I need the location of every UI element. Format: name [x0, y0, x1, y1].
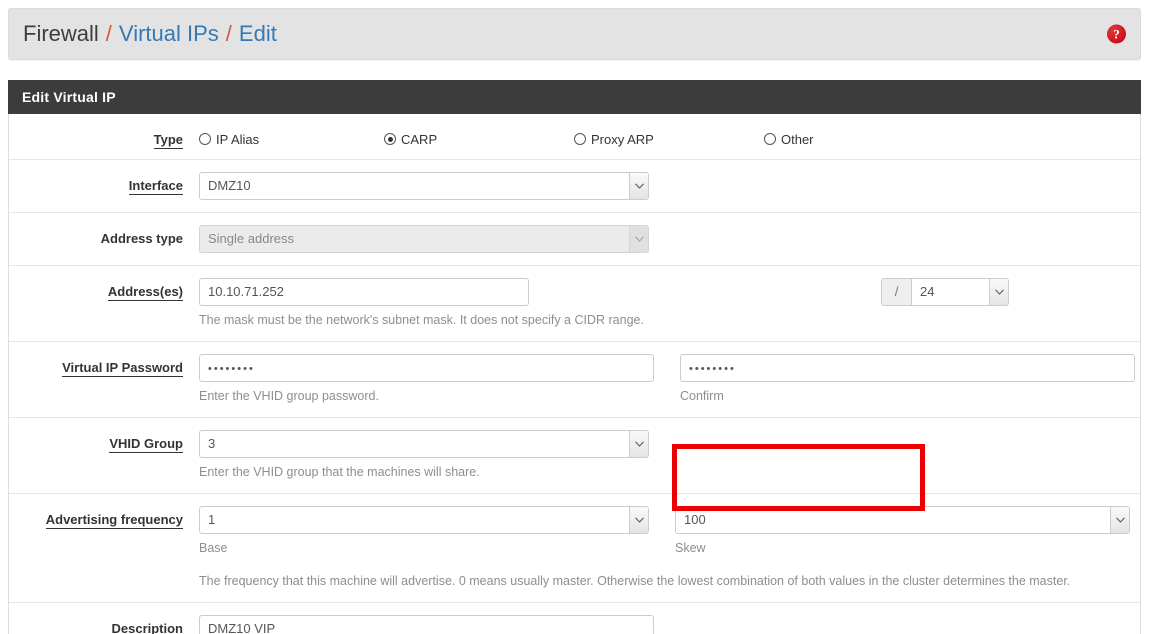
- panel-title: Edit Virtual IP: [8, 80, 1141, 114]
- virtual-ip-password-value: ••••••••: [208, 363, 255, 376]
- radio-label-proxy-arp: Proxy ARP: [591, 131, 654, 147]
- virtual-ip-password-confirm-input[interactable]: ••••••••: [680, 354, 1135, 383]
- row-type: Type IP Alias CARP Proxy ARP Other: [9, 114, 1140, 160]
- row-vhid-group: VHID Group 3 Enter the VHID group that t…: [9, 418, 1140, 495]
- advertising-skew-select[interactable]: 100: [675, 506, 1130, 535]
- breadcrumb-link-virtual-ips[interactable]: Virtual IPs: [119, 21, 219, 47]
- row-description: Description DMZ10 VIP A description may …: [9, 603, 1140, 634]
- radio-label-carp: CARP: [401, 131, 438, 147]
- cidr-input-group: / 24: [881, 278, 1009, 306]
- description-input-value: DMZ10 VIP: [208, 620, 276, 634]
- address-type-select-value: Single address: [208, 231, 294, 246]
- chevron-down-icon: [629, 431, 648, 458]
- address-input-value: 10.10.71.252: [208, 284, 284, 299]
- chevron-down-icon: [1110, 507, 1129, 534]
- fields-type: IP Alias CARP Proxy ARP Other: [199, 126, 1140, 147]
- help-circle-icon[interactable]: ?: [1107, 24, 1126, 44]
- radio-label-other: Other: [781, 131, 814, 147]
- advertising-skew-help-text: Skew: [675, 541, 706, 556]
- description-input[interactable]: DMZ10 VIP: [199, 614, 654, 634]
- label-addresses: Address(es): [107, 284, 183, 301]
- cidr-prefix-addon: /: [881, 278, 911, 306]
- panel-body: Type IP Alias CARP Proxy ARP Other Inter…: [8, 114, 1141, 634]
- radio-option-proxy-arp[interactable]: Proxy ARP: [574, 132, 764, 147]
- fields-interface: DMZ10: [199, 172, 1140, 200]
- radio-indicator-other: [764, 133, 776, 145]
- cidr-select[interactable]: 24: [911, 278, 1009, 306]
- radio-indicator-carp: [384, 133, 396, 145]
- fields-virtual-ip-password: •••••••• Enter the VHID group password. …: [199, 354, 1140, 405]
- row-advertising-frequency: Advertising frequency 1 Base 100 Skew Th…: [9, 494, 1140, 603]
- advertising-frequency-help-text: The frequency that this machine will adv…: [199, 573, 1071, 588]
- chevron-down-icon: [629, 226, 648, 252]
- virtual-ip-password-confirm-value: ••••••••: [689, 363, 736, 376]
- label-advertising-frequency: Advertising frequency: [45, 512, 183, 530]
- virtual-ip-password-confirm-help-text: Confirm: [680, 389, 724, 404]
- radio-option-carp[interactable]: CARP: [384, 132, 574, 147]
- advertising-base-help-text: Base: [199, 541, 228, 556]
- radio-label-ip-alias: IP Alias: [216, 131, 260, 147]
- breadcrumb-separator-2: /: [225, 21, 232, 46]
- radio-option-other[interactable]: Other: [764, 132, 814, 147]
- fields-advertising-frequency: 1 Base 100 Skew The frequency that this …: [199, 506, 1140, 589]
- label-type: Type: [153, 132, 183, 149]
- chevron-down-icon: [989, 279, 1008, 305]
- label-interface: Interface: [128, 178, 183, 195]
- advertising-base-select[interactable]: 1: [199, 506, 649, 535]
- type-radio-group: IP Alias CARP Proxy ARP Other: [199, 126, 1140, 147]
- row-addresses: Address(es) 10.10.71.252 The mask must b…: [9, 266, 1140, 343]
- radio-indicator-proxy-arp: [574, 133, 586, 145]
- virtual-ip-password-input[interactable]: ••••••••: [199, 354, 654, 383]
- fields-description: DMZ10 VIP A description may be entered h…: [199, 614, 1140, 634]
- chevron-down-icon: [629, 173, 648, 199]
- row-interface: Interface DMZ10: [9, 160, 1140, 213]
- vhid-group-select-value: 3: [208, 436, 216, 452]
- breadcrumb-link-edit[interactable]: Edit: [239, 21, 277, 47]
- label-address-type: Address type: [100, 231, 183, 246]
- fields-addresses: 10.10.71.252 The mask must be the networ…: [199, 278, 1140, 329]
- address-input[interactable]: 10.10.71.252: [199, 278, 529, 306]
- virtual-ip-password-help-text: Enter the VHID group password.: [199, 389, 379, 404]
- label-description: Description: [111, 620, 183, 634]
- chevron-down-icon: [629, 507, 648, 534]
- row-virtual-ip-password: Virtual IP Password •••••••• Enter the V…: [9, 342, 1140, 419]
- vhid-group-help-text: Enter the VHID group that the machines w…: [199, 465, 480, 480]
- fields-vhid-group: 3 Enter the VHID group that the machines…: [199, 430, 1140, 481]
- radio-option-ip-alias[interactable]: IP Alias: [199, 132, 384, 147]
- pfsense-edit-virtual-ip-page: Firewall / Virtual IPs / Edit ? Edit Vir…: [0, 0, 1149, 634]
- fields-address-type: Single address: [199, 225, 1140, 253]
- breadcrumb-root: Firewall: [23, 21, 99, 46]
- label-vhid-group: VHID Group: [109, 436, 183, 454]
- radio-indicator-ip-alias: [199, 133, 211, 145]
- advertising-base-value: 1: [208, 512, 216, 528]
- row-address-type: Address type Single address: [9, 213, 1140, 266]
- breadcrumb-separator-1: /: [105, 21, 112, 46]
- addresses-help-text: The mask must be the network's subnet ma…: [199, 313, 644, 327]
- interface-select-value: DMZ10: [208, 178, 251, 193]
- advertising-skew-value: 100: [684, 512, 706, 528]
- label-virtual-ip-password: Virtual IP Password: [62, 360, 183, 378]
- cidr-select-value: 24: [920, 284, 935, 299]
- interface-select[interactable]: DMZ10: [199, 172, 649, 200]
- breadcrumb: Firewall / Virtual IPs / Edit: [9, 21, 277, 47]
- address-type-select: Single address: [199, 225, 649, 253]
- edit-virtual-ip-panel: Edit Virtual IP Type IP Alias CARP Proxy…: [8, 80, 1141, 634]
- vhid-group-select[interactable]: 3: [199, 430, 649, 459]
- breadcrumb-bar: Firewall / Virtual IPs / Edit ?: [8, 8, 1141, 60]
